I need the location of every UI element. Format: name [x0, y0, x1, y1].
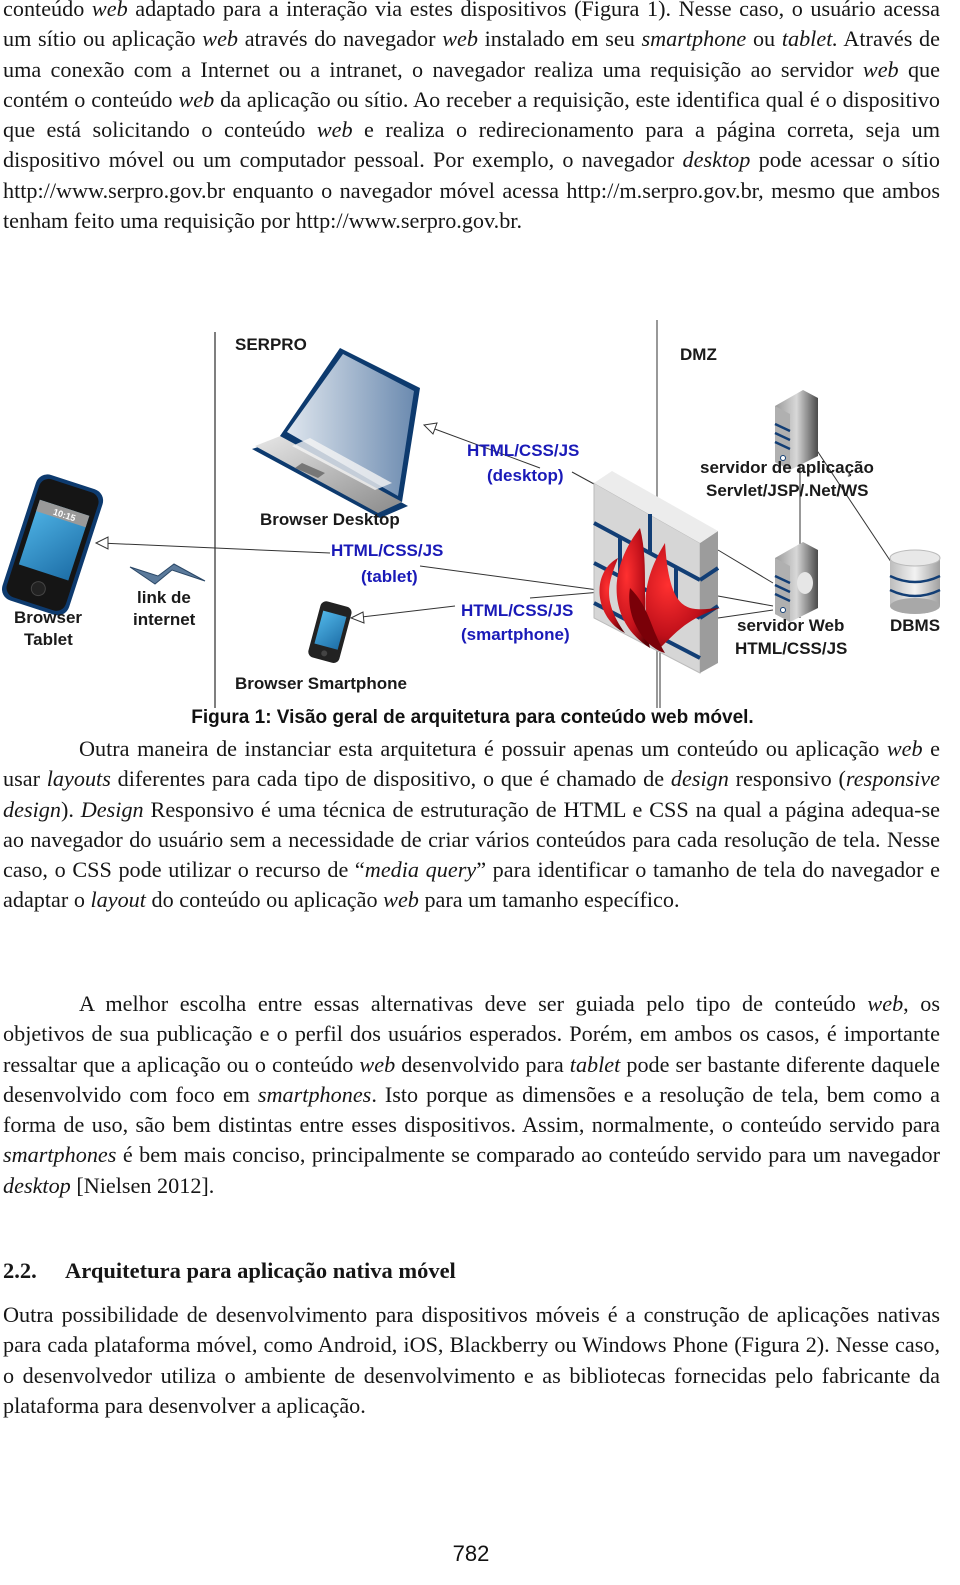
- body-paragraph-1: conteúdo web adaptado para a interação v…: [3, 0, 940, 236]
- database-icon: [889, 549, 941, 614]
- text-run: para um tamanho específico.: [418, 887, 680, 913]
- body-paragraph-2: Outra maneira de instanciar esta arquite…: [3, 734, 940, 916]
- italic-term: web: [178, 86, 215, 112]
- italic-term: web: [316, 117, 353, 143]
- italic-term: desktop: [3, 1172, 71, 1198]
- flow-smartphone-line1: HTML/CSS/JS: [461, 601, 573, 620]
- web-server-label-line1: servidor Web: [737, 616, 844, 635]
- app-server-label-line1: servidor de aplicação: [700, 458, 874, 477]
- section-title: Arquitetura para aplicação nativa móvel: [65, 1258, 456, 1283]
- text-run: instalado em seu: [477, 26, 642, 52]
- flow-tablet-line2: (tablet): [361, 567, 418, 586]
- flow-desktop-line2: (desktop): [487, 466, 564, 485]
- internet-link-icon: [129, 563, 206, 585]
- figure-caption: Figura 1: Visão geral de arquitetura par…: [191, 707, 754, 728]
- text-run: responsivo (: [728, 766, 846, 792]
- web-server-icon: [774, 542, 818, 622]
- globe-icon: [797, 572, 813, 594]
- italic-term: web: [442, 26, 478, 52]
- italic-term: web: [867, 991, 904, 1016]
- link-label-line1: link de: [137, 588, 191, 607]
- italic-term: layouts: [46, 766, 111, 792]
- figure-1-architecture-diagram: SERPRO DMZ Browser Desktop 10:15 Browser…: [0, 318, 960, 708]
- body-paragraph-3: A melhor escolha entre essas alternativa…: [3, 989, 940, 1201]
- section-number: 2.2.: [3, 1258, 37, 1283]
- dbms-label: DBMS: [890, 616, 940, 635]
- italic-term: design: [670, 766, 729, 792]
- text-run: é bem mais conciso, principalmente se co…: [116, 1142, 940, 1168]
- text-run: Outra maneira de instanciar esta arquite…: [79, 736, 887, 761]
- zone-label-serpro: SERPRO: [235, 335, 307, 354]
- architecture-diagram: SERPRO DMZ Browser Desktop 10:15 Browser…: [1, 320, 941, 708]
- italic-term: web: [359, 1051, 396, 1077]
- italic-term: web: [202, 26, 239, 52]
- italic-term: smartphones: [3, 1142, 117, 1168]
- section-heading: 2.2. Arquitetura para aplicação nativa mó…: [3, 1258, 456, 1284]
- text-run: conteúdo: [3, 0, 92, 21]
- flow-tablet-line1: HTML/CSS/JS: [331, 541, 443, 560]
- text-run: desenvolvido para: [395, 1051, 570, 1077]
- tablet-label-line2: Tablet: [24, 630, 73, 649]
- tablet-label-line1: Browser: [14, 608, 82, 627]
- italic-term: desktop: [682, 147, 751, 173]
- desktop-label: Browser Desktop: [260, 510, 400, 529]
- italic-term: smartphones: [257, 1081, 372, 1107]
- link-label-line2: internet: [133, 610, 196, 629]
- italic-term: web: [886, 736, 923, 761]
- flow-desktop-line1: HTML/CSS/JS: [467, 441, 579, 460]
- text-run: Outra possibilidade de desenvolvimento p…: [3, 1302, 940, 1418]
- text-run: do conteúdo ou aplicação: [145, 887, 384, 913]
- italic-term: tablet.: [781, 26, 838, 52]
- smartphone-label: Browser Smartphone: [235, 674, 407, 693]
- italic-term: web: [91, 0, 128, 21]
- italic-term: Design: [80, 796, 144, 822]
- laptop-icon: [252, 348, 420, 518]
- italic-term: media query: [364, 857, 477, 883]
- italic-term: web: [383, 887, 419, 913]
- italic-term: layout: [90, 887, 146, 913]
- firewall-icon: [593, 471, 720, 674]
- text-run: através do navegador: [238, 26, 443, 52]
- text-run: ).: [60, 796, 81, 822]
- body-paragraph-4: Outra possibilidade de desenvolvimento p…: [3, 1300, 940, 1421]
- smartphone-icon: [308, 601, 352, 663]
- text-run: ou: [746, 26, 782, 52]
- text-run: A melhor escolha entre essas alternativa…: [79, 991, 868, 1016]
- italic-term: smartphone: [641, 26, 747, 52]
- italic-term: web: [862, 56, 899, 82]
- text-run: [Nielsen 2012].: [70, 1172, 215, 1198]
- page-number: 782: [452, 1541, 490, 1566]
- tablet-device-icon: 10:15: [1, 474, 104, 616]
- italic-term: tablet: [569, 1051, 621, 1077]
- web-server-label-line2: HTML/CSS/JS: [735, 639, 847, 658]
- zone-label-dmz: DMZ: [680, 345, 717, 364]
- flow-smartphone-line2: (smartphone): [461, 625, 570, 644]
- app-server-label-line2: Servlet/JSP/.Net/WS: [706, 481, 869, 500]
- text-run: diferentes para cada tipo de dispositivo…: [110, 766, 671, 792]
